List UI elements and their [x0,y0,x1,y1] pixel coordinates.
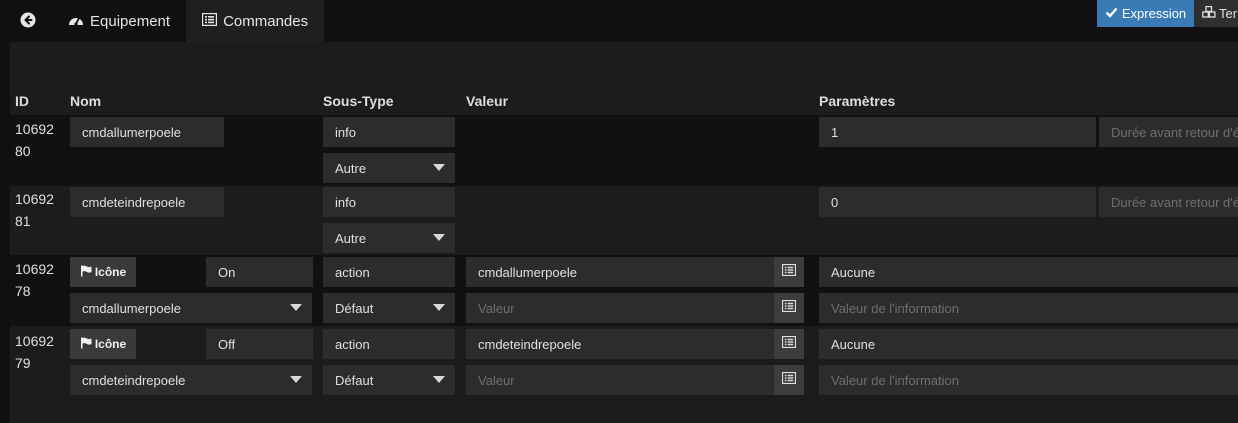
select-command-button[interactable] [774,365,804,395]
choose-icon-button[interactable]: Icône [70,257,136,287]
tachometer-icon [68,13,90,31]
subtype-select[interactable]: Autre [323,153,455,183]
subtype-select[interactable]: Défaut [323,365,455,395]
tab-equipement[interactable]: Equipement [52,0,186,43]
info-value-input[interactable]: Valeur de l'information [819,365,1238,395]
list-alt-icon [781,335,797,353]
return-delay-input[interactable]: Durée avant retour d'é [1099,117,1238,147]
header-valeur: Valeur [466,93,509,109]
icon-button-label: Icône [94,337,127,351]
type-input[interactable]: info [323,187,455,217]
row-id: 10692 80 [15,121,54,159]
cubes-icon [1202,5,1219,21]
template-button[interactable]: Ter [1194,0,1238,27]
expression-button[interactable]: Expression [1097,0,1194,27]
flag-icon [80,337,95,352]
template-button-label: Ter [1219,6,1238,21]
select-command-button[interactable] [774,257,804,287]
list-alt-icon [781,299,797,317]
header-nom: Nom [70,93,102,109]
list-alt-icon [781,371,797,389]
header-parametres: Paramètres [819,93,896,109]
select-command-button[interactable] [774,329,804,359]
row-id: 10692 79 [15,333,54,371]
expression-button-label: Expression [1121,6,1187,21]
subtype-select[interactable]: Défaut [323,293,455,323]
name-input[interactable]: cmdeteindrepoele [70,187,224,217]
subtype-select[interactable]: Autre [323,223,455,253]
name-input[interactable]: cmdallumerpoele [70,117,224,147]
info-value-input[interactable]: Valeur de l'information [819,293,1238,323]
value-placeholder-input[interactable]: Valeur [466,293,774,323]
type-input[interactable]: action [323,329,455,359]
tab-bar: Equipement Commandes [10,0,325,43]
name-input[interactable]: On [206,257,313,287]
tab-equipement-label: Equipement [90,13,171,30]
header-id: ID [15,93,29,109]
type-input[interactable]: action [323,257,455,287]
header-sous-type: Sous-Type [323,93,394,109]
select-command-button[interactable] [774,293,804,323]
param-value-input[interactable]: 0 [819,187,1096,217]
row-id: 10692 81 [15,191,54,229]
check-icon [1105,6,1122,21]
type-input[interactable]: info [323,117,455,147]
value-input[interactable]: cmdeteindrepoele [466,329,774,359]
value-input[interactable]: cmdallumerpoele [466,257,774,287]
flag-icon [80,265,95,280]
value-placeholder-input[interactable]: Valeur [466,365,774,395]
arrow-circle-left-icon [20,12,42,32]
icon-button-label: Icône [94,265,127,279]
tab-commandes-label: Commandes [223,12,309,30]
tab-commandes[interactable]: Commandes [186,0,325,43]
name-input[interactable]: Off [206,329,313,359]
param-value-input[interactable]: 1 [819,117,1096,147]
param-input[interactable]: Aucune [819,329,1238,359]
param-input[interactable]: Aucune [819,257,1238,287]
linked-info-select[interactable]: cmdallumerpoele [70,293,312,323]
return-delay-input[interactable]: Durée avant retour d'é [1099,187,1238,217]
choose-icon-button[interactable]: Icône [70,329,136,359]
row-id: 10692 78 [15,261,54,299]
back-button[interactable] [10,0,52,43]
list-alt-icon [781,263,797,281]
linked-info-select[interactable]: cmdeteindrepoele [70,365,312,395]
list-alt-icon [201,12,223,30]
